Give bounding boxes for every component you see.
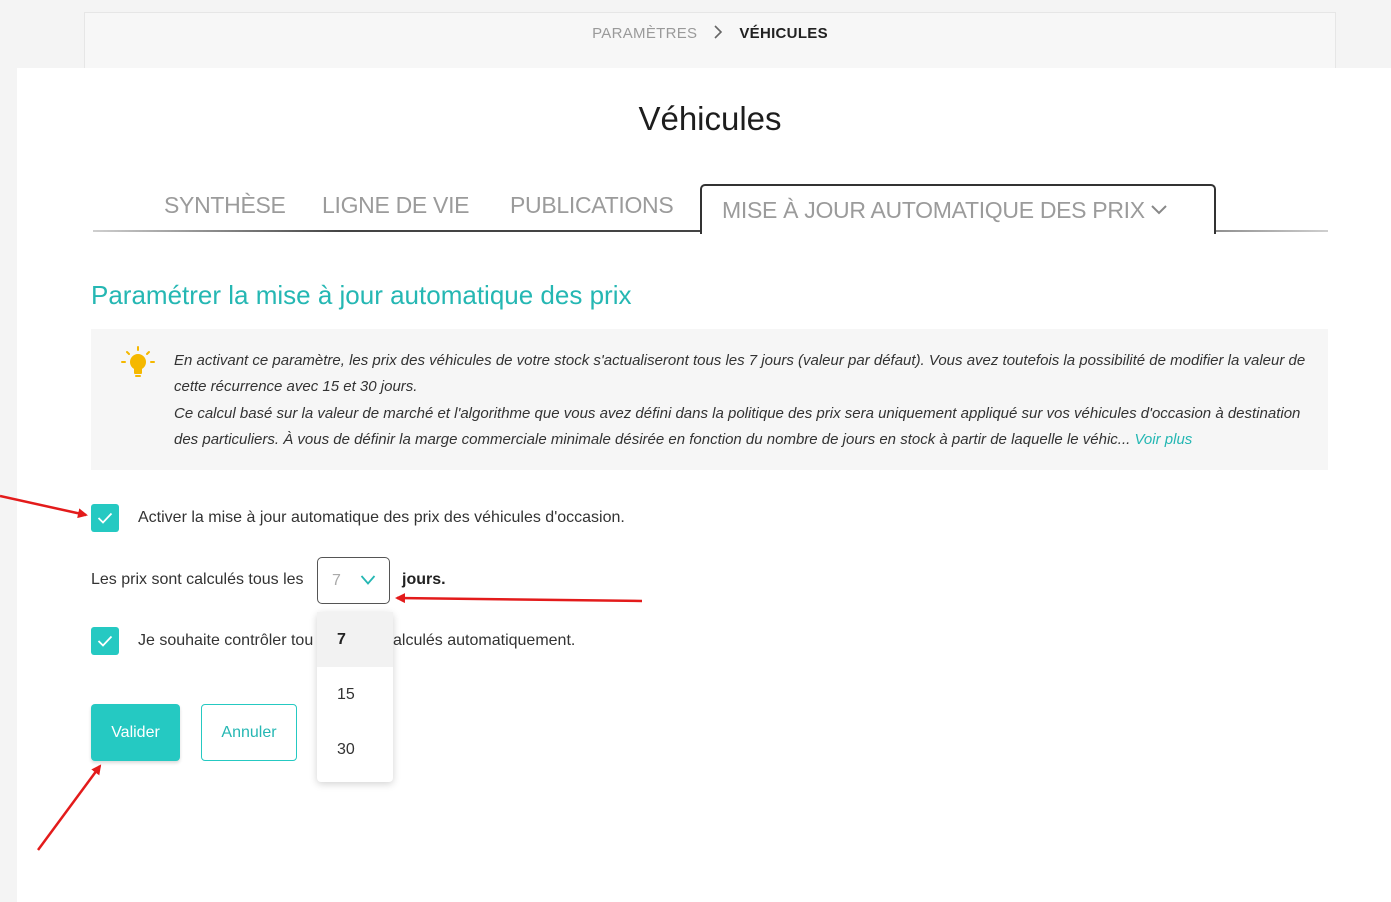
section-title: Paramétrer la mise à jour automatique de… [91,280,632,310]
tab-mise-a-jour-automatique[interactable]: MISE À JOUR AUTOMATIQUE DES PRIX [700,184,1216,234]
tab-publications[interactable]: PUBLICATIONS [510,192,674,219]
validate-button[interactable]: Valider [91,704,180,761]
checkmark-icon [97,512,113,524]
dropdown-option-30[interactable]: 30 [317,722,393,777]
frequency-select[interactable]: 7 [317,557,390,604]
info-line-1: En activant ce paramètre, les prix des v… [174,352,1306,396]
info-line-2-text: Ce calcul basé sur la valeur de marché e… [174,404,1301,449]
checkmark-icon [97,635,113,647]
dropdown-option-7[interactable]: 7 [317,612,393,667]
cancel-button[interactable]: Annuler [201,704,297,761]
auto-update-label: Activer la mise à jour automatique des p… [138,509,625,526]
page-title: Véhicules [638,100,782,137]
info-text: En activant ce paramètre, les prix des v… [174,348,1314,454]
auto-update-checkbox[interactable] [91,504,119,532]
control-prices-checkbox[interactable] [91,627,119,655]
chevron-down-icon [360,575,376,585]
frequency-suffix-label: jours. [402,571,446,588]
voir-plus-link[interactable]: Voir plus [1134,431,1192,448]
tab-mise-a-jour-label: MISE À JOUR AUTOMATIQUE DES PRIX [722,196,1145,223]
chevron-down-icon [1151,205,1167,215]
lightbulb-icon [121,346,155,377]
dropdown-option-15[interactable]: 15 [317,667,393,722]
tab-ligne-de-vie[interactable]: LIGNE DE VIE [322,192,470,219]
tab-synthese[interactable]: SYNTHÈSE [164,192,286,219]
frequency-dropdown-menu: 7 15 30 [317,612,393,782]
breadcrumb-vehicules: VÉHICULES [739,25,828,42]
control-prices-label-end: alculés automatiquement. [393,632,576,649]
breadcrumb-parametres[interactable]: PARAMÈTRES [592,25,697,42]
breadcrumb: PARAMÈTRES VÉHICULES [84,12,1336,68]
control-prices-label-start: Je souhaite contrôler tou [138,632,314,649]
info-line-2: Ce calcul basé sur la valeur de marché e… [174,401,1314,454]
frequency-prefix-label: Les prix sont calculés tous les [91,571,304,588]
frequency-select-value: 7 [332,571,341,589]
chevron-right-icon [713,25,723,44]
